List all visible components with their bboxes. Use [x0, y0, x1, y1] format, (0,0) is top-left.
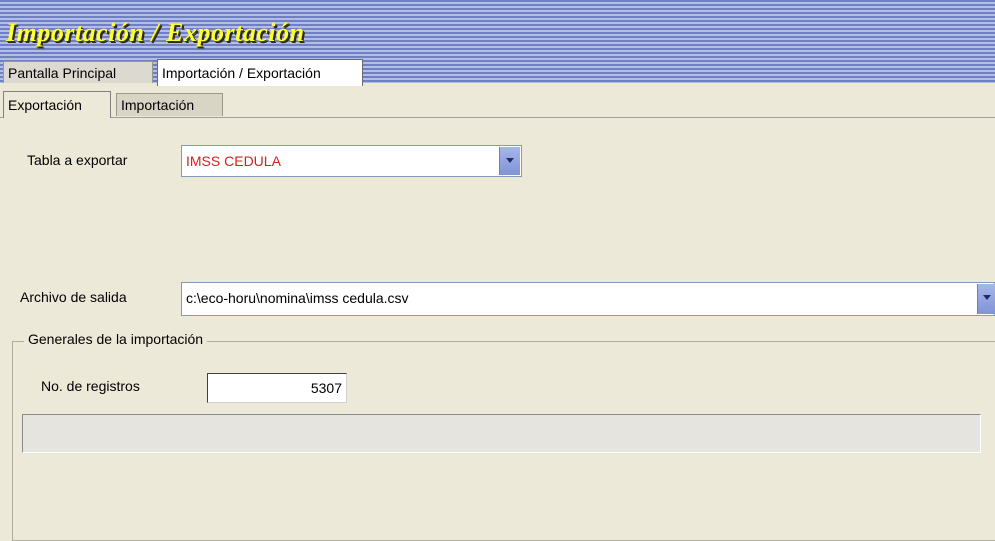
records-field[interactable]: 5307 — [207, 373, 347, 403]
progress-bar — [22, 414, 981, 453]
records-label: No. de registros — [41, 378, 140, 394]
output-file-value: c:\eco-horu\nomina\imss cedula.csv — [186, 290, 409, 306]
output-label: Archivo de salida — [20, 289, 127, 305]
tab-importacion-exportacion[interactable]: Importación / Exportación — [157, 59, 363, 86]
chevron-down-icon[interactable] — [977, 284, 995, 314]
table-select[interactable]: IMSS CEDULA — [181, 145, 522, 177]
table-label: Tabla a exportar — [27, 152, 128, 168]
output-file-select[interactable]: c:\eco-horu\nomina\imss cedula.csv — [181, 282, 995, 316]
tab-pantalla-principal[interactable]: Pantalla Principal — [3, 61, 153, 83]
group-legend: Generales de la importación — [24, 331, 208, 347]
window-title: Importación / Exportación — [6, 18, 305, 47]
chevron-down-icon[interactable] — [499, 147, 520, 175]
table-select-value: IMSS CEDULA — [186, 153, 281, 169]
tab-importacion[interactable]: Importación — [116, 93, 223, 116]
tab-exportacion[interactable]: Exportación — [3, 91, 111, 118]
